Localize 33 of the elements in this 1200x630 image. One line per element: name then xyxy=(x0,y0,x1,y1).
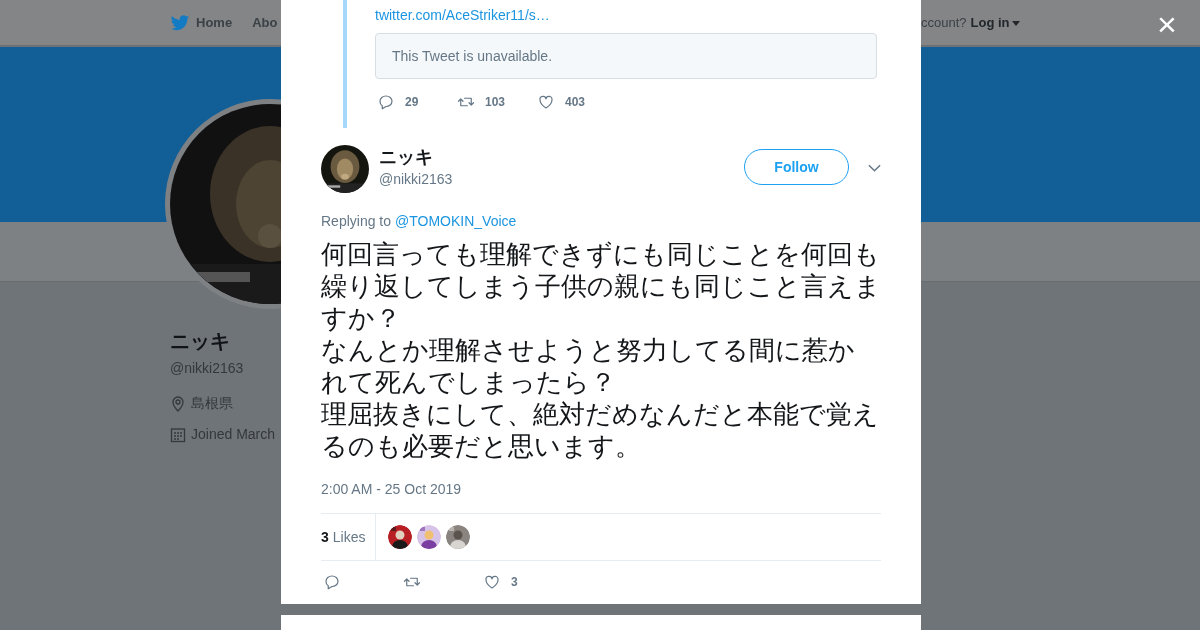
login-button[interactable]: Log in xyxy=(970,13,1020,33)
nav-link[interactable]: Abo xyxy=(252,12,278,33)
calendar-icon xyxy=(170,426,186,443)
action-count: 29 xyxy=(405,94,419,111)
caret-icon xyxy=(1011,20,1020,26)
action-count: 403 xyxy=(565,94,586,111)
likes-count[interactable]: 3 Likes xyxy=(321,514,377,560)
chevron-icon[interactable] xyxy=(868,164,881,172)
speech-bubble-icon[interactable] xyxy=(377,93,395,111)
author-handle[interactable]: @nikki2163 xyxy=(379,169,744,190)
tweet-link[interactable]: twitter.com/AceStriker11/s… xyxy=(375,6,550,24)
replying-label: Replying to xyxy=(321,212,392,231)
tweet-timestamp: 2:00 AM - 25 Oct 2019 xyxy=(321,480,463,499)
profile-handle: @nikki2163 xyxy=(170,359,244,378)
author-name[interactable]: ニッキ xyxy=(379,146,744,168)
heart-icon[interactable] xyxy=(537,93,555,111)
profile-joined: Joined March xyxy=(191,425,276,444)
action-count: 3 xyxy=(511,574,518,591)
nav-link[interactable]: Home xyxy=(170,12,233,33)
heart-icon[interactable] xyxy=(483,573,501,591)
tweet-text: 理屈抜きにして、絶対だめなんだと本能で覚えるのも必要だと思います。 xyxy=(321,398,880,462)
tweet-text: 何回言っても理解できずにも同じことを何回も繰り返してしまう子供の親にも同じこと言えますか？ xyxy=(321,238,881,334)
action-count: 103 xyxy=(485,94,506,111)
tweet-text: なんとか理解させようと努力してる間に惹かれて死んでしまったら？ xyxy=(321,334,856,398)
mention-link[interactable]: @TOMOKIN_Voice xyxy=(395,211,517,232)
location-pin-icon xyxy=(170,395,186,412)
close-button[interactable]: × xyxy=(1152,6,1182,42)
profile-location: 島根県 xyxy=(191,394,233,413)
account-prompt: ccount? xyxy=(921,14,967,33)
profile-name: ニッキ xyxy=(170,329,230,354)
bird-icon xyxy=(170,12,190,33)
unavailable-notice: This Tweet is unavailable. xyxy=(375,33,877,79)
speech-bubble-icon[interactable] xyxy=(323,573,341,591)
